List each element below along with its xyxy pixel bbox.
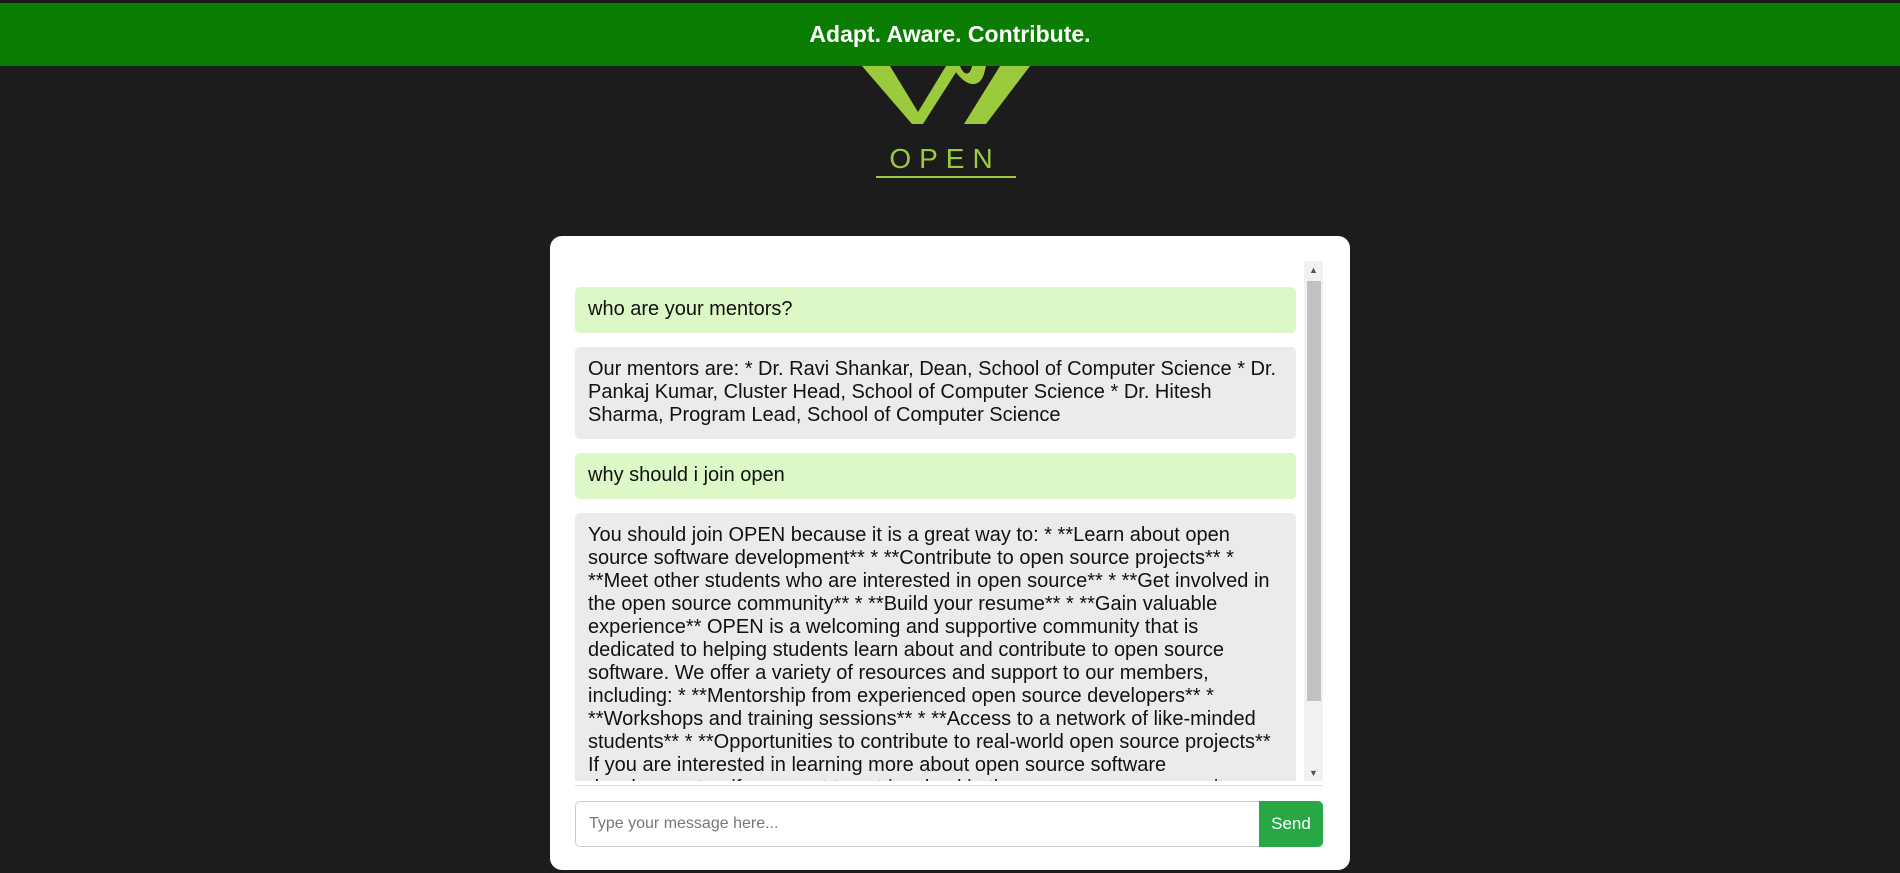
bot-message: Our mentors are: * Dr. Ravi Shankar, Dea…: [575, 347, 1296, 439]
scroll-up-icon[interactable]: ▲: [1304, 261, 1323, 278]
message-input[interactable]: [575, 801, 1259, 847]
message-composer: Send: [575, 801, 1323, 847]
logo-text: OPEN: [889, 143, 1000, 174]
scroll-down-icon[interactable]: ▼: [1304, 764, 1323, 781]
chat-window: who are your mentors? Our mentors are: *…: [550, 236, 1350, 870]
user-message: why should i join open: [575, 453, 1296, 499]
message-list[interactable]: who are your mentors? Our mentors are: *…: [575, 261, 1323, 781]
open-logo: OPEN: [862, 66, 1030, 178]
bot-message: You should join OPEN because it is a gre…: [575, 513, 1296, 781]
message-scrollbar[interactable]: ▲ ▼: [1304, 261, 1323, 781]
top-banner: Adapt. Aware. Contribute.: [0, 3, 1900, 66]
user-message: who are your mentors?: [575, 287, 1296, 333]
tagline: Adapt. Aware. Contribute.: [809, 21, 1091, 47]
divider: [575, 785, 1323, 786]
scrollbar-thumb[interactable]: [1307, 281, 1321, 701]
send-button[interactable]: Send: [1259, 801, 1323, 847]
